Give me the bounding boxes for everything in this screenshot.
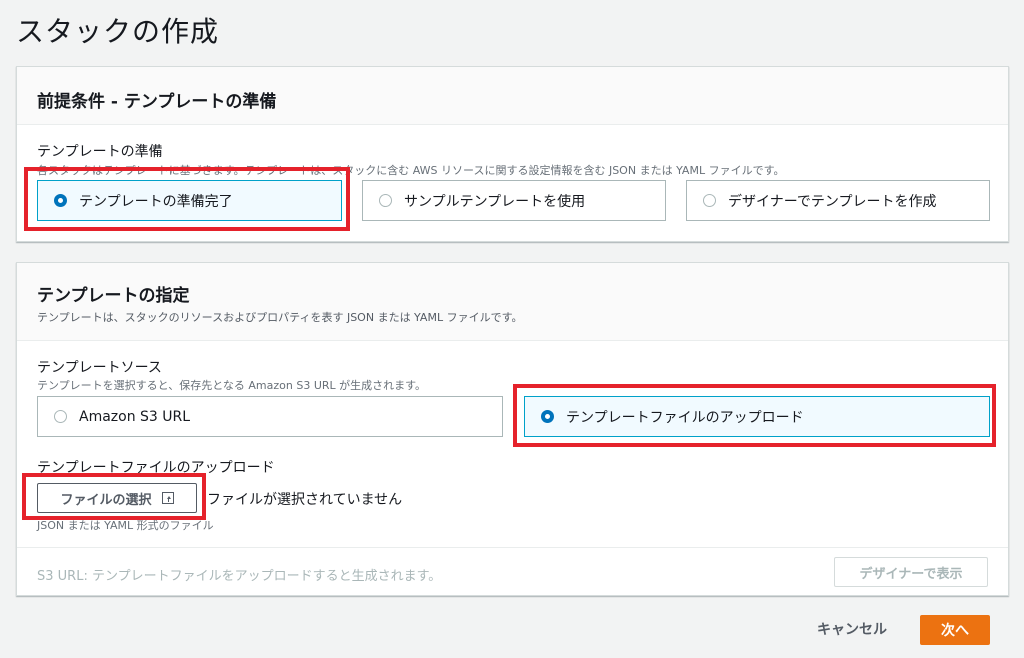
divider [17,547,1008,548]
next-button[interactable]: 次へ [920,615,990,645]
source-upload-template-file[interactable]: テンプレートファイルのアップロード [524,396,990,437]
no-file-selected-text: ファイルが選択されていません [207,492,403,508]
s3-url-text: S3 URL: テンプレートファイルをアップロードすると生成されます。 [37,569,442,584]
source-amazon-s3-url-label: Amazon S3 URL [79,408,191,425]
choose-file-button-label: ファイルの選択 [60,492,152,508]
radio-selected-icon[interactable] [541,410,554,423]
radio-selected-icon[interactable] [54,194,67,207]
view-in-designer-button[interactable]: デザイナーで表示 [834,557,988,587]
radio-unselected-icon[interactable] [379,194,392,207]
prerequisite-panel: 前提条件 - テンプレートの準備 テンプレートの準備 各スタックはテンプレートに… [16,66,1009,242]
upload-template-file-label: テンプレートファイルのアップロード [37,460,275,476]
prepare-template-description: 各スタックはテンプレートに基づきます。テンプレートは、スタックに含む AWS リ… [37,164,785,177]
source-amazon-s3-url[interactable]: Amazon S3 URL [37,396,503,437]
specify-template-panel-description: テンプレートは、スタックのリソースおよびプロパティを表す JSON または YA… [37,311,523,324]
upload-icon [161,492,174,504]
cancel-button[interactable]: キャンセル [808,614,896,644]
prerequisite-panel-title: 前提条件 - テンプレートの準備 [37,92,277,112]
file-format-hint: JSON または YAML 形式のファイル [37,519,214,532]
option-template-ready-label: テンプレートの準備完了 [79,193,233,210]
radio-unselected-icon[interactable] [703,194,716,207]
template-source-description: テンプレートを選択すると、保存先となる Amazon S3 URL が生成されま… [37,379,427,392]
radio-unselected-icon[interactable] [54,410,67,423]
template-source-label: テンプレートソース [37,360,162,376]
option-sample-template-label: サンプルテンプレートを使用 [404,193,586,210]
page-title: スタックの作成 [16,15,220,48]
prepare-template-label: テンプレートの準備 [37,144,163,160]
option-designer-template-label: デザイナーでテンプレートを作成 [728,193,937,210]
specify-template-panel: テンプレートの指定 テンプレートは、スタックのリソースおよびプロパティを表す J… [16,262,1009,596]
source-upload-template-file-label: テンプレートファイルのアップロード [566,409,804,426]
option-designer-template[interactable]: デザイナーでテンプレートを作成 [686,180,990,221]
option-sample-template[interactable]: サンプルテンプレートを使用 [362,180,666,221]
specify-template-panel-title: テンプレートの指定 [37,286,190,306]
choose-file-button[interactable]: ファイルの選択 [37,483,197,513]
option-template-ready[interactable]: テンプレートの準備完了 [37,180,342,221]
